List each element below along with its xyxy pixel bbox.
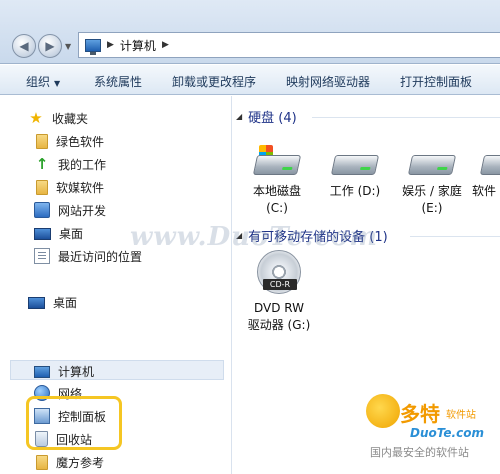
drive-c[interactable]: 本地磁盘 (C:): [242, 145, 312, 217]
organize-button[interactable]: 组织 ▼: [26, 73, 60, 90]
address-input[interactable]: ▶ 计算机 ▶: [78, 32, 500, 58]
sidebar-item-label: 魔方参考: [56, 455, 105, 470]
system-properties-button[interactable]: 系统属性: [94, 73, 142, 90]
sidebar-item-label: 计算机: [58, 364, 95, 379]
open-control-panel-button[interactable]: 打开控制面板: [400, 73, 472, 90]
drive-software[interactable]: 软件: [472, 145, 500, 200]
sidebar-item-web-dev[interactable]: 网站开发: [34, 200, 106, 220]
desktop-icon: [28, 297, 45, 309]
uninstall-program-button[interactable]: 卸载或更改程序: [172, 73, 256, 90]
sidebar-item-computer[interactable]: 计算机: [34, 361, 94, 381]
drive-label: 工作 (D:): [329, 184, 381, 198]
folder-icon: [36, 133, 48, 149]
sidebar-item-label: 收藏夹: [52, 111, 89, 126]
hard-drive-icon: [478, 145, 500, 179]
brand-url: DuoTe.com: [410, 426, 484, 440]
drive-letter: 驱动器 (G:): [247, 318, 311, 332]
drive-label: 本地磁盘: [252, 184, 301, 198]
brand-subtitle: 软件站: [446, 410, 476, 421]
sidebar-item-desktop-fav[interactable]: 桌面: [34, 223, 83, 243]
folder-icon: [36, 454, 48, 470]
brand-name: 多特: [400, 402, 440, 426]
group-divider: [312, 117, 500, 118]
sidebar-item-my-work[interactable]: ↑ 我的工作: [34, 154, 106, 174]
forward-arrow-icon: ▶: [45, 39, 55, 53]
map-network-drive-button[interactable]: 映射网络驱动器: [286, 73, 370, 90]
drive-g-dvd[interactable]: CD-R DVD RW 驱动器 (G:): [242, 250, 316, 334]
breadcrumb-chevron-icon[interactable]: ▶: [107, 40, 114, 50]
command-toolbar: 组织 ▼ 系统属性 卸载或更改程序 映射网络驱动器 打开控制面板: [0, 65, 500, 95]
sidebar-item-green-software[interactable]: 绿色软件: [34, 131, 104, 151]
recent-places-icon: [34, 248, 50, 264]
hard-disk-group-header[interactable]: ◢ 硬盘 (4): [236, 107, 297, 126]
chevron-down-icon: ▼: [54, 79, 61, 88]
brand-logo: 多特 软件站 DuoTe.com 国内最安全的软件站: [360, 392, 500, 474]
drive-label: 娱乐 / 家庭: [402, 184, 462, 198]
history-dropdown-icon[interactable]: ▼: [65, 42, 71, 51]
sidebar-item-label: 网站开发: [58, 203, 107, 218]
drive-label: DVD RW: [253, 301, 304, 315]
collapse-icon: ◢: [236, 112, 243, 121]
organize-label: 组织: [26, 75, 51, 89]
address-bar-area: ◀ ▶ ▼ ▶ 计算机 ▶: [0, 0, 500, 64]
back-arrow-icon: ◀: [19, 39, 29, 53]
drive-letter: (E:): [421, 201, 443, 215]
group-divider: [410, 236, 500, 237]
sidebar-item-ruanmei[interactable]: 软媒软件: [34, 177, 104, 197]
cd-r-label: CD-R: [263, 279, 297, 290]
sidebar-item-label: 桌面: [59, 226, 84, 241]
green-arrow-icon: ↑: [35, 155, 49, 173]
sidebar-item-label: 绿色软件: [56, 134, 105, 149]
sidebar-item-recent-places[interactable]: 最近访问的位置: [34, 246, 142, 266]
sidebar-item-label: 我的工作: [58, 157, 107, 172]
website-icon: [34, 202, 50, 218]
sidebar-item-desktop[interactable]: 桌面: [28, 292, 77, 312]
folder-icon: [36, 179, 48, 195]
hard-drive-icon: [407, 145, 457, 179]
breadcrumb-computer[interactable]: 计算机: [120, 37, 156, 54]
sidebar-item-label: 软媒软件: [56, 180, 105, 195]
computer-icon: [85, 38, 101, 55]
highlight-annotation-box: [26, 396, 122, 450]
drive-letter: (C:): [266, 201, 288, 215]
sidebar-item-mofang[interactable]: 魔方参考: [34, 452, 104, 472]
watermark-text: www.DuoTe.com: [130, 222, 379, 252]
brand-logo-icon: [366, 394, 400, 428]
sidebar-item-favorites[interactable]: ★ 收藏夹: [28, 108, 88, 128]
drive-label: 软件: [472, 184, 497, 198]
dvd-disc-icon: CD-R: [257, 250, 301, 294]
drive-e[interactable]: 娱乐 / 家庭 (E:): [394, 145, 470, 217]
desktop-icon: [34, 228, 51, 240]
back-button[interactable]: ◀: [12, 34, 36, 58]
sidebar-item-label: 桌面: [53, 295, 78, 310]
group-title: 硬盘 (4): [248, 111, 297, 126]
hard-drive-icon: [252, 145, 302, 179]
breadcrumb-chevron-icon[interactable]: ▶: [162, 40, 169, 50]
forward-button[interactable]: ▶: [38, 34, 62, 58]
brand-slogan: 国内最安全的软件站: [370, 446, 469, 459]
star-icon: ★: [29, 109, 43, 127]
computer-icon: [34, 365, 50, 378]
drive-d[interactable]: 工作 (D:): [320, 145, 390, 200]
hard-drive-icon: [330, 145, 380, 179]
